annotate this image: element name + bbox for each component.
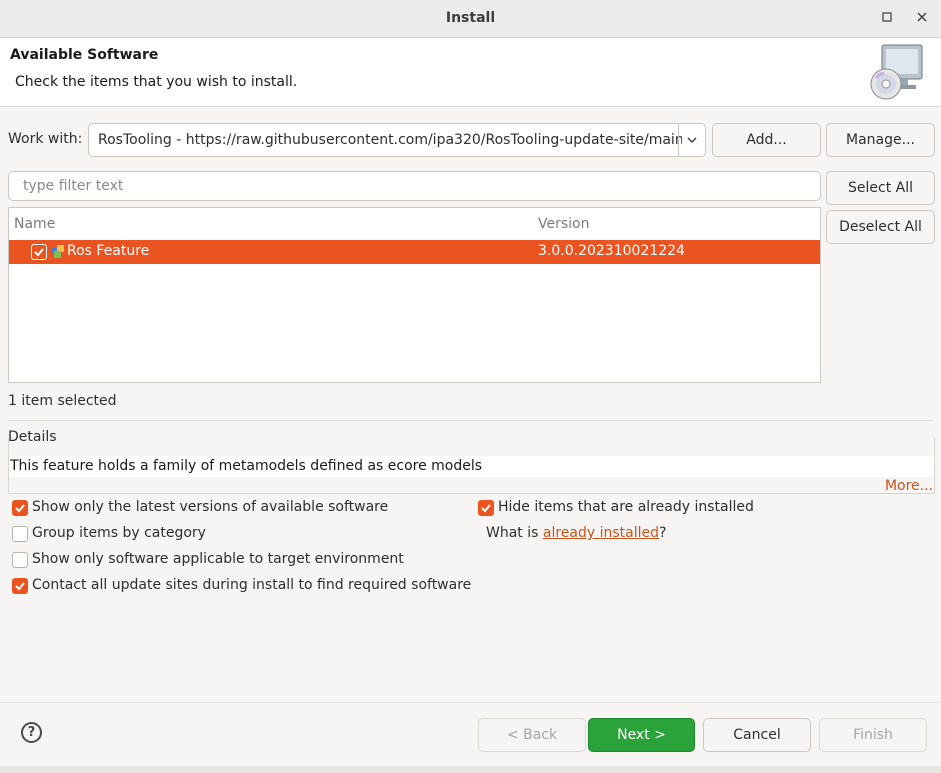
- manage-button[interactable]: Manage...: [826, 123, 935, 157]
- more-link[interactable]: More...: [885, 478, 933, 494]
- selection-status: 1 item selected: [8, 393, 117, 409]
- back-button[interactable]: < Back: [478, 718, 586, 752]
- row-version: 3.0.0.202310021224: [538, 243, 685, 259]
- work-with-label: Work with:: [8, 131, 83, 147]
- help-icon[interactable]: ?: [21, 722, 42, 743]
- row-checkbox[interactable]: [31, 244, 47, 260]
- show-applicable-checkbox[interactable]: [12, 552, 28, 568]
- install-cd-monitor-icon: [866, 42, 926, 102]
- hide-installed-checkbox[interactable]: [478, 500, 494, 516]
- finish-button[interactable]: Finish: [819, 718, 927, 752]
- row-name: Ros Feature: [67, 243, 150, 259]
- add-button[interactable]: Add...: [712, 123, 821, 157]
- work-with-value: RosTooling - https://raw.githubuserconte…: [98, 132, 682, 148]
- feature-icon: [50, 243, 66, 259]
- window-titlebar: Install: [0, 0, 941, 38]
- page-subtitle: Check the items that you wish to install…: [15, 74, 298, 90]
- software-table: Name Version Ros Feature 3.0.0.202310021…: [8, 207, 821, 383]
- cancel-button[interactable]: Cancel: [703, 718, 811, 752]
- group-by-category-checkbox[interactable]: [12, 526, 28, 542]
- chevron-down-icon[interactable]: [686, 134, 698, 146]
- already-installed-sentence: What is already installed?: [486, 525, 666, 541]
- details-text: This feature holds a family of metamodel…: [9, 456, 934, 477]
- footer-separator: [0, 702, 941, 703]
- page-title: Available Software: [10, 47, 159, 63]
- work-with-combo[interactable]: RosTooling - https://raw.githubuserconte…: [88, 123, 706, 157]
- combo-separator: [678, 124, 679, 156]
- deselect-all-button[interactable]: Deselect All: [826, 210, 935, 244]
- column-header-version[interactable]: Version: [538, 216, 589, 232]
- window-bottom-edge: [0, 766, 941, 773]
- details-panel: This feature holds a family of metamodel…: [8, 438, 935, 494]
- contact-update-sites-checkbox[interactable]: [12, 578, 28, 594]
- column-header-name[interactable]: Name: [14, 216, 55, 232]
- close-icon[interactable]: [912, 9, 932, 29]
- already-installed-link[interactable]: already installed: [543, 525, 659, 541]
- table-row[interactable]: Ros Feature 3.0.0.202310021224: [9, 240, 820, 264]
- next-button[interactable]: Next >: [588, 718, 695, 752]
- what-is-suffix: ?: [659, 525, 667, 541]
- filter-field[interactable]: [8, 171, 821, 201]
- wizard-header: Available Software Check the items that …: [0, 38, 941, 107]
- contact-update-sites-label: Contact all update sites during install …: [32, 577, 472, 593]
- minimize-icon[interactable]: [877, 9, 897, 29]
- filter-input[interactable]: [23, 178, 803, 194]
- divider: [8, 420, 933, 421]
- what-is-prefix: What is: [486, 525, 543, 541]
- window-title: Install: [445, 10, 496, 26]
- hide-installed-label: Hide items that are already installed: [498, 499, 754, 515]
- group-by-category-label: Group items by category: [32, 525, 206, 541]
- select-all-button[interactable]: Select All: [826, 171, 935, 205]
- show-latest-checkbox[interactable]: [12, 500, 28, 516]
- show-applicable-label: Show only software applicable to target …: [32, 551, 404, 567]
- show-latest-label: Show only the latest versions of availab…: [32, 499, 389, 515]
